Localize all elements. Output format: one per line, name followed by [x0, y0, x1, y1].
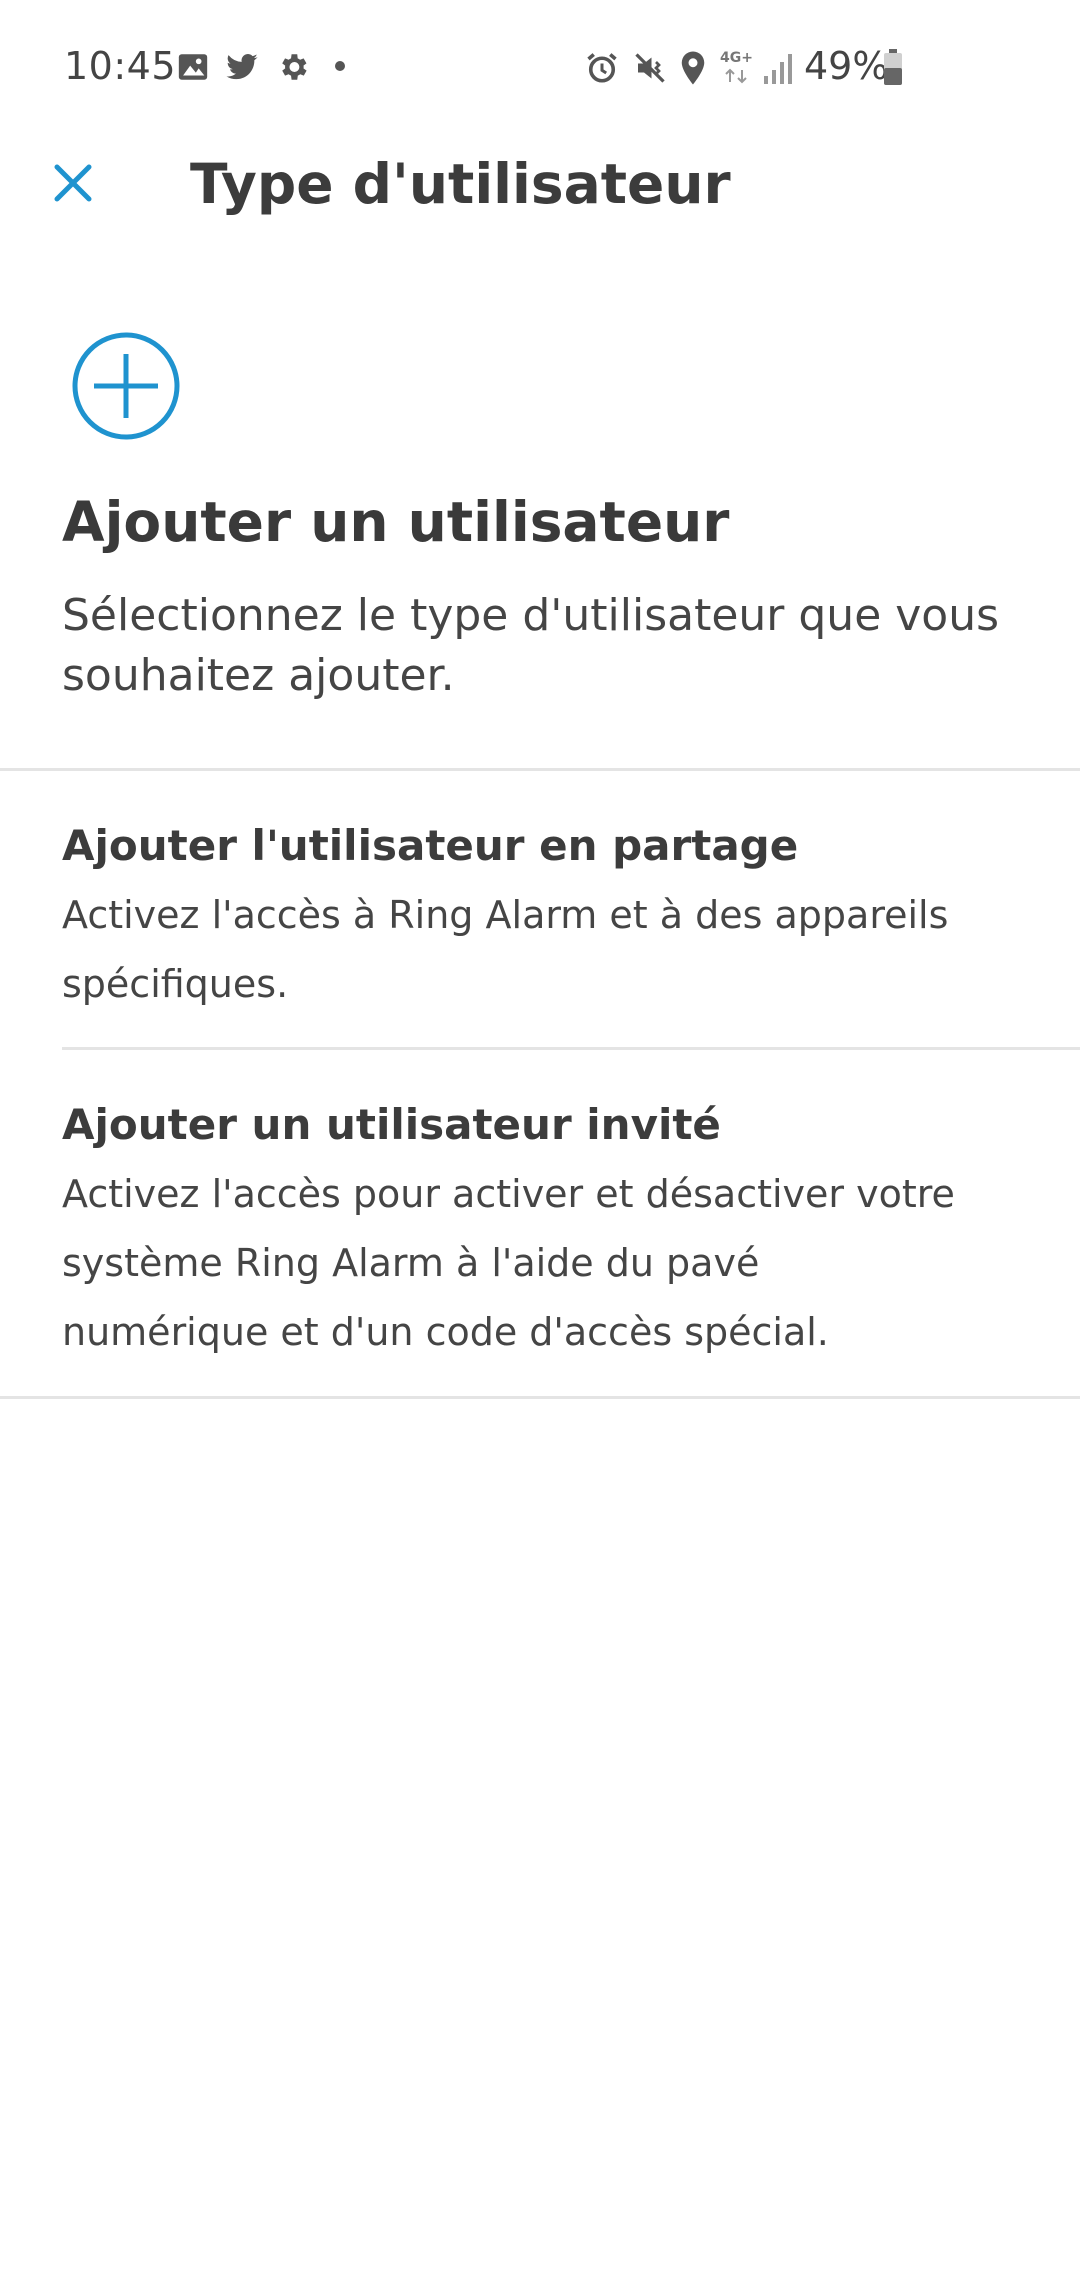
plus-circle-icon: [72, 332, 180, 440]
mute-vibrate-icon: [635, 53, 665, 83]
network-4g-icon: 4G+: [720, 50, 756, 86]
close-button[interactable]: [40, 150, 106, 216]
option-title: Ajouter l'utilisateur en partage: [62, 821, 799, 870]
option-guest-user[interactable]: Ajouter un utilisateur invité Activez l'…: [0, 1050, 1080, 1396]
network-label: 4G+: [720, 50, 753, 66]
option-description: Activez l'accès à Ring Alarm et à des ap…: [62, 893, 949, 1006]
page-title: Type d'utilisateur: [190, 152, 731, 216]
close-icon: [54, 164, 92, 202]
hero-title: Ajouter un utilisateur: [62, 490, 730, 554]
battery-percent: 49%: [804, 44, 889, 88]
option-shared-user[interactable]: Ajouter l'utilisateur en partage Activez…: [0, 771, 1080, 1047]
divider: [0, 1396, 1080, 1399]
gallery-icon: [178, 54, 208, 80]
signal-icon: [764, 54, 792, 84]
app-bar: Type d'utilisateur: [0, 136, 1080, 236]
dot-icon: [335, 61, 345, 71]
twitter-icon: [226, 54, 258, 80]
option-title: Ajouter un utilisateur invité: [62, 1100, 721, 1149]
battery-icon: [884, 49, 902, 85]
settings-icon: [282, 54, 307, 80]
option-description: Activez l'accès pour activer et désactiv…: [62, 1172, 955, 1354]
status-bar: 10:45 4G+ 49%: [0, 0, 1080, 136]
location-icon: [681, 51, 705, 85]
hero-description: Sélectionnez le type d'utilisateur que v…: [62, 590, 1000, 701]
status-time: 10:45: [64, 44, 177, 88]
alarm-icon: [587, 53, 617, 83]
